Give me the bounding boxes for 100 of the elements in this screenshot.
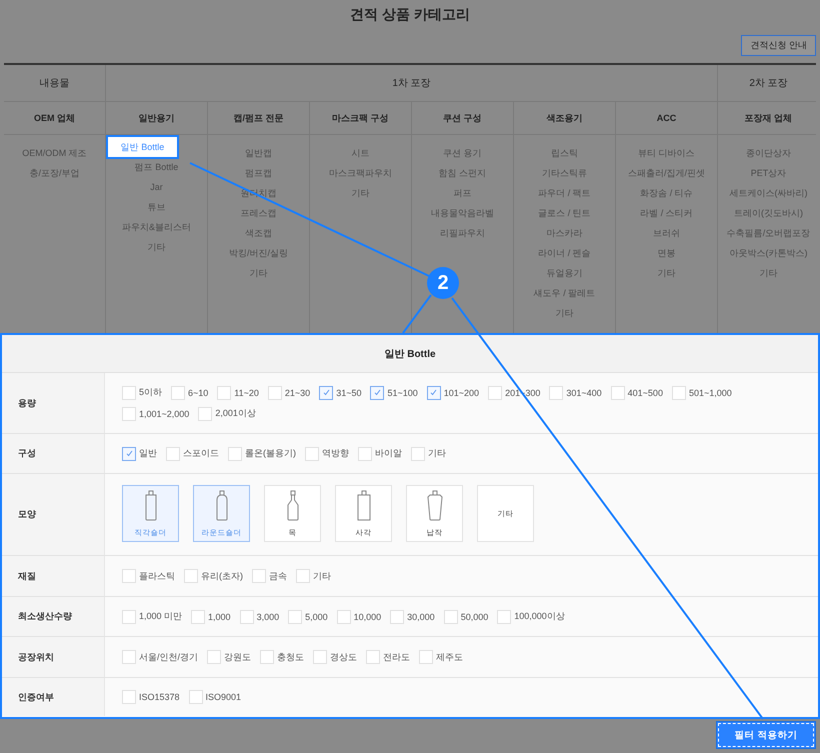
category-item[interactable]: 라이너 / 펜슬 [538, 243, 591, 263]
column-header: 캡/펌프 전문 [208, 102, 309, 135]
category-item[interactable]: Jar [150, 177, 163, 197]
category-item[interactable]: PET상자 [750, 163, 786, 183]
category-item[interactable]: 기타 [148, 237, 166, 257]
checkbox-label: 31~50 [336, 388, 362, 398]
check-icon [126, 450, 132, 457]
checkbox-label: 바이알 [375, 447, 402, 460]
checkbox-label: 일반 [139, 447, 157, 460]
filter-label: 용량 [2, 373, 105, 433]
checkbox-label: 301~400 [566, 388, 602, 398]
checkbox[interactable] [319, 386, 334, 400]
category-item[interactable]: 마스크팩파우치 [329, 163, 392, 183]
apply-filter-button[interactable]: 필터 적용하기 [716, 721, 816, 749]
checkbox-label: 기타 [313, 570, 331, 582]
category-item[interactable]: 일반캡 [245, 143, 272, 163]
checkbox-label: 강원도 [224, 650, 252, 664]
page-title: 견적 상품 카테고리 [349, 5, 471, 24]
checkbox-label: 충청도 [277, 650, 304, 664]
checkbox-label: 51~100 [387, 388, 418, 398]
checkbox-label: ISO9001 [206, 692, 242, 702]
filter-label: 최소생산수량 [2, 597, 105, 636]
checkbox-label: 제주도 [436, 650, 464, 664]
checkbox-label: 1,000 [208, 612, 231, 622]
checkbox-label: 30,000 [407, 612, 435, 622]
checkbox-label: 11~20 [234, 388, 259, 398]
category-item[interactable]: 화장솜 / 티슈 [640, 183, 693, 203]
checkbox-label: 100,000이상 [514, 610, 565, 623]
category-item[interactable]: 내용물악음라벨 [431, 203, 494, 223]
checkbox-label: 50,000 [460, 612, 488, 622]
category-item[interactable]: 립스틱 [551, 143, 578, 163]
checkbox-label: 유리(초자) [201, 570, 243, 582]
category-item[interactable]: 일반 Bottle [106, 135, 180, 159]
category-item[interactable]: 기타 [250, 263, 268, 283]
category-item[interactable]: 글로스 / 틴트 [538, 203, 591, 223]
category-item[interactable]: 아웃박스(카톤박스) [730, 243, 808, 263]
checkbox-label: 21~30 [284, 388, 310, 398]
filter-label: 재질 [2, 556, 105, 596]
category-item[interactable]: 박킹/버진/실링 [228, 243, 288, 263]
category-item[interactable]: 수축필름/오버랩포장 [726, 223, 810, 243]
category-item[interactable]: 브러쉬 [653, 223, 680, 243]
checkbox-label: 금속 [269, 570, 287, 582]
category-item[interactable]: 파우치&블리스터 [122, 217, 191, 237]
category-item[interactable]: 기타 [760, 263, 778, 283]
check-icon [430, 389, 438, 396]
checkbox-label: 5,000 [305, 612, 328, 622]
category-item[interactable]: 함침 스펀지 [438, 163, 486, 183]
category-item[interactable]: 섀도우 / 팔레트 [534, 283, 596, 303]
checkbox-label: 401~500 [628, 388, 663, 398]
category-item[interactable]: 면봉 [658, 243, 676, 263]
category-item[interactable]: 시트 [352, 143, 370, 163]
checkbox-label: 스포이드 [183, 447, 219, 460]
checkbox-label: 501~1,000 [688, 388, 732, 398]
category-item[interactable]: 뷰티 디바이스 [638, 143, 695, 163]
category-item[interactable]: 라벨 / 스티커 [640, 203, 693, 223]
category-item[interactable]: 리필파우치 [440, 223, 485, 243]
checkbox-label: 플라스틱 [139, 570, 175, 582]
column-header: 마스크팩 구성 [310, 102, 411, 135]
category-item[interactable]: 프레스캡 [240, 203, 276, 223]
category-item[interactable]: 퍼프 [454, 183, 472, 203]
checkbox-label: 서울/인천/경기 [139, 650, 198, 664]
checkbox[interactable] [426, 386, 441, 400]
checkbox[interactable] [370, 386, 384, 400]
category-item[interactable]: 튜브 [148, 197, 166, 217]
category-item[interactable]: 기타 [352, 183, 370, 203]
column-header: ACC [616, 102, 717, 135]
checkbox-label: 2,001이상 [215, 407, 256, 420]
checkbox-label: 6~10 [188, 388, 208, 398]
category-item[interactable]: 스패출러/집게/핀셋 [628, 163, 705, 183]
category-item[interactable]: 종이단상자 [746, 143, 791, 163]
checkbox-label: 10,000 [354, 612, 382, 622]
group-header: 내용물 [4, 65, 105, 102]
category-item[interactable]: 기타 [658, 263, 676, 283]
guide-button[interactable]: 견적신청 안내 [741, 35, 816, 56]
checkbox-label: 1,001~2,000 [139, 408, 190, 418]
step-badge: 2 [427, 267, 459, 299]
category-item[interactable]: 마스카라 [546, 223, 582, 243]
checkbox[interactable] [122, 446, 136, 460]
checkbox-label: 1,000 미만 [139, 610, 182, 623]
filter-label: 인증여부 [2, 678, 105, 716]
category-item[interactable]: 기타 [556, 303, 574, 323]
category-item[interactable]: 펌프 Bottle [134, 157, 178, 177]
checkbox-label: 전라도 [383, 650, 410, 664]
category-item[interactable]: 파우더 / 팩트 [538, 183, 591, 203]
checkbox-label: ISO15378 [139, 692, 180, 702]
category-item[interactable]: 색조캡 [245, 223, 272, 243]
category-item[interactable]: 펌프캡 [245, 163, 272, 183]
column-header: 포장재 업체 [718, 102, 816, 135]
category-item[interactable]: 충/포장/부업 [29, 163, 80, 183]
category-item[interactable]: 듀얼용기 [546, 263, 582, 283]
category-item[interactable]: 쿠션 용기 [443, 143, 482, 163]
check-icon [322, 389, 330, 396]
category-item[interactable]: OEM/ODM 제조 [22, 143, 87, 163]
category-item[interactable]: 세트케이스(싸바리) [730, 183, 808, 203]
checkbox-label: 기타 [428, 447, 446, 460]
checkbox-label: 5이하 [139, 386, 162, 399]
category-item[interactable]: 기타스틱류 [542, 163, 587, 183]
checkbox-label: 역방향 [322, 447, 349, 460]
panel-title: 일반 Bottle [2, 335, 818, 373]
category-item[interactable]: 트레이(깃도바시) [734, 203, 803, 223]
